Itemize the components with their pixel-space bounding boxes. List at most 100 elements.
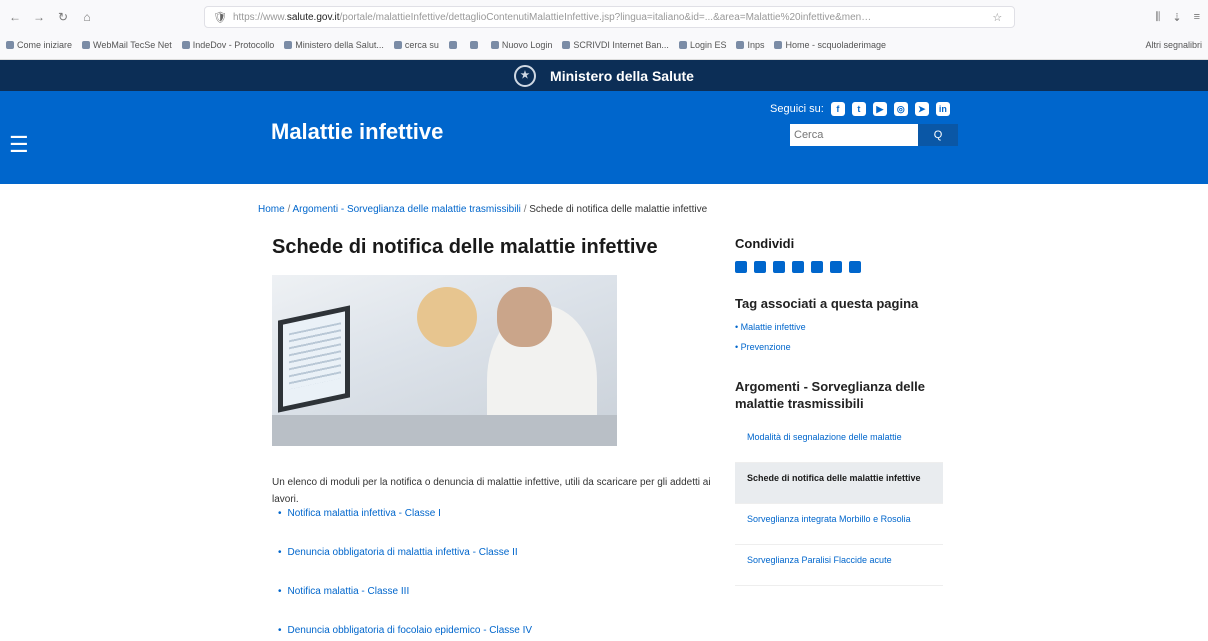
bookmark-favicon-icon xyxy=(678,41,687,49)
ministry-name[interactable]: Ministero della Salute xyxy=(550,68,694,84)
address-bar[interactable]: 🛡 https://www.salute.gov.it/portale/mala… xyxy=(204,6,1016,28)
bookmark-item[interactable]: IndeDov - Protocollo xyxy=(181,40,274,50)
linkedin-icon[interactable] xyxy=(773,261,785,273)
breadcrumb-separator: / xyxy=(520,204,530,215)
desk-shape xyxy=(272,415,617,446)
menu-icon[interactable]: ≡ xyxy=(1194,11,1200,24)
form-link[interactable]: Denuncia obbligatoria di focolaio epidem… xyxy=(288,625,533,636)
topics-nav-item[interactable]: Modalità di segnalazione delle malattie xyxy=(735,422,943,463)
bookmark-label: SCRIVDI Internet Ban... xyxy=(573,40,669,50)
bookmark-item[interactable]: Nuovo Login xyxy=(490,40,553,50)
form-link[interactable]: Notifica malattia - Classe III xyxy=(288,586,410,597)
hamburger-menu-icon[interactable]: ☰ xyxy=(9,134,29,156)
telegram-icon[interactable] xyxy=(811,261,823,273)
bookmark-favicon-icon xyxy=(490,41,499,49)
list-item[interactable]: • Denuncia obbligatoria di focolaio epide… xyxy=(278,625,532,641)
bookmark-label: Nuovo Login xyxy=(501,40,553,50)
facebook-icon[interactable]: f xyxy=(830,102,845,116)
topics-nav-item[interactable]: Sorveglianza integrata Morbillo e Rosoli… xyxy=(735,504,943,545)
breadcrumb-parent[interactable]: Argomenti - Sorveglianza delle malattie … xyxy=(292,204,520,215)
bullet: • xyxy=(278,547,282,558)
bookmark-item[interactable]: SCRIVDI Internet Ban... xyxy=(562,40,669,50)
instagram-icon[interactable]: ◎ xyxy=(893,102,908,116)
back-icon[interactable]: ← xyxy=(8,10,22,24)
download-icon[interactable]: ⇣ xyxy=(1172,11,1181,24)
bookmark-favicon-icon xyxy=(6,41,14,49)
bookmark-item[interactable]: Ministero della Salut... xyxy=(284,40,384,50)
bookmark-item[interactable]: WebMail TecSe Net xyxy=(82,40,172,50)
monitor-shape xyxy=(278,305,350,413)
facebook-icon[interactable] xyxy=(735,261,747,273)
bookmark-item[interactable] xyxy=(448,41,460,49)
bookmark-favicon-icon xyxy=(562,41,571,49)
bookmark-item[interactable]: Inps xyxy=(736,40,764,50)
bookmark-star-icon[interactable]: ☆ xyxy=(992,11,1006,24)
print-icon[interactable] xyxy=(849,261,861,273)
intro-text: Un elenco di moduli per la notifica o de… xyxy=(272,477,711,505)
list-item[interactable]: • Denuncia obbligatoria di malattia infet… xyxy=(278,547,532,586)
linkedin-icon[interactable]: in xyxy=(935,102,950,116)
person-shape xyxy=(497,287,552,347)
forward-icon[interactable]: → xyxy=(32,10,46,24)
follow-label: Seguici su: xyxy=(770,103,824,115)
share-title: Condividi xyxy=(735,236,795,251)
email-icon[interactable] xyxy=(830,261,842,273)
bookmark-item[interactable]: cerca su xyxy=(393,40,439,50)
bookmark-label: cerca su xyxy=(404,40,439,50)
tags-title: Tag associati a questa pagina xyxy=(735,296,919,311)
youtube-icon[interactable]: ▶ xyxy=(872,102,887,116)
list-item[interactable]: • Notifica malattia infettiva - Classe I xyxy=(278,508,532,547)
browser-toolbar: ← → ↻ ⌂ 🛡 https://www.salute.gov.it/port… xyxy=(0,0,1208,34)
form-link[interactable]: Notifica malattia infettiva - Classe I xyxy=(288,508,441,519)
telegram-icon[interactable]: ➤ xyxy=(914,102,929,116)
form-link[interactable]: Denuncia obbligatoria di malattia infett… xyxy=(288,547,518,558)
bookmark-item[interactable]: Come iniziare xyxy=(6,40,72,50)
republic-emblem-icon: ★ xyxy=(514,64,537,87)
breadcrumb-home[interactable]: Home xyxy=(258,204,285,215)
page-title: Schede di notifica delle malattie infett… xyxy=(272,236,658,258)
bullet: • xyxy=(278,508,282,519)
tag-link[interactable]: Malattie infettive xyxy=(735,322,945,342)
twitter-icon[interactable] xyxy=(754,261,766,273)
breadcrumb: Home / Argomenti - Sorveglianza delle ma… xyxy=(258,204,707,215)
library-icon[interactable]: ⫼ xyxy=(1155,11,1160,24)
bookmark-label: WebMail TecSe Net xyxy=(93,40,172,50)
twitter-icon[interactable]: t xyxy=(851,102,866,116)
bookmark-item[interactable] xyxy=(469,41,481,49)
bookmark-label: Home - scquoladerimage xyxy=(785,40,887,50)
url-host: salute.gov.it xyxy=(286,11,340,23)
section-title[interactable]: Malattie infettive xyxy=(271,119,443,145)
url-prefix: https://www. xyxy=(232,11,287,23)
url-rest: /portale/malattieInfettive/dettaglioCont… xyxy=(339,11,873,23)
bookmarks-bar: Come iniziare WebMail TecSe Net IndeDov - … xyxy=(0,34,1208,56)
sidebar: Condividi Tag associati a questa pagina … xyxy=(735,236,945,586)
bookmark-favicon-icon xyxy=(82,41,91,49)
home-icon[interactable]: ⌂ xyxy=(80,10,94,24)
search-button[interactable]: Q xyxy=(918,124,958,146)
breadcrumb-current: Schede di notifica delle malattie infett… xyxy=(529,204,708,215)
search-input[interactable] xyxy=(790,124,918,146)
whatsapp-icon[interactable] xyxy=(792,261,804,273)
topics-nav-item-active[interactable]: Schede di notifica delle malattie infett… xyxy=(735,463,943,504)
browser-extensions: ⫼ ⇣ ≡ xyxy=(1155,11,1200,24)
bookmark-label: Login ES xyxy=(689,40,727,50)
bookmark-item[interactable]: Home - scquoladerimage xyxy=(774,40,886,50)
other-bookmarks[interactable]: Altri segnalibri xyxy=(1145,40,1202,50)
shield-icon: 🛡 xyxy=(213,11,227,24)
url-text: https://www.salute.gov.it/portale/malatt… xyxy=(233,12,873,23)
bookmark-favicon-icon xyxy=(181,41,190,49)
bullet: • xyxy=(278,625,282,636)
tags-list: Malattie infettive Prevenzione xyxy=(735,322,945,362)
reload-icon[interactable]: ↻ xyxy=(56,10,70,24)
bookmark-item[interactable]: Login ES xyxy=(678,40,727,50)
social-links: Seguici su: f t ▶ ◎ ➤ in xyxy=(770,102,950,116)
bookmark-label: Inps xyxy=(747,40,765,50)
bookmark-favicon-icon xyxy=(774,41,783,49)
topics-nav-item[interactable]: Sorveglianza Paralisi Flaccide acute xyxy=(735,545,943,586)
site-header: ☰ Malattie infettive Seguici su: f t ▶ ◎… xyxy=(0,91,1208,184)
form-links-list: • Notifica malattia infettiva - Classe I … xyxy=(278,508,532,641)
bookmark-label: Come iniziare xyxy=(17,40,73,50)
tag-link[interactable]: Prevenzione xyxy=(735,342,945,362)
person-shape xyxy=(417,287,477,347)
list-item[interactable]: • Notifica malattia - Classe III xyxy=(278,586,532,625)
